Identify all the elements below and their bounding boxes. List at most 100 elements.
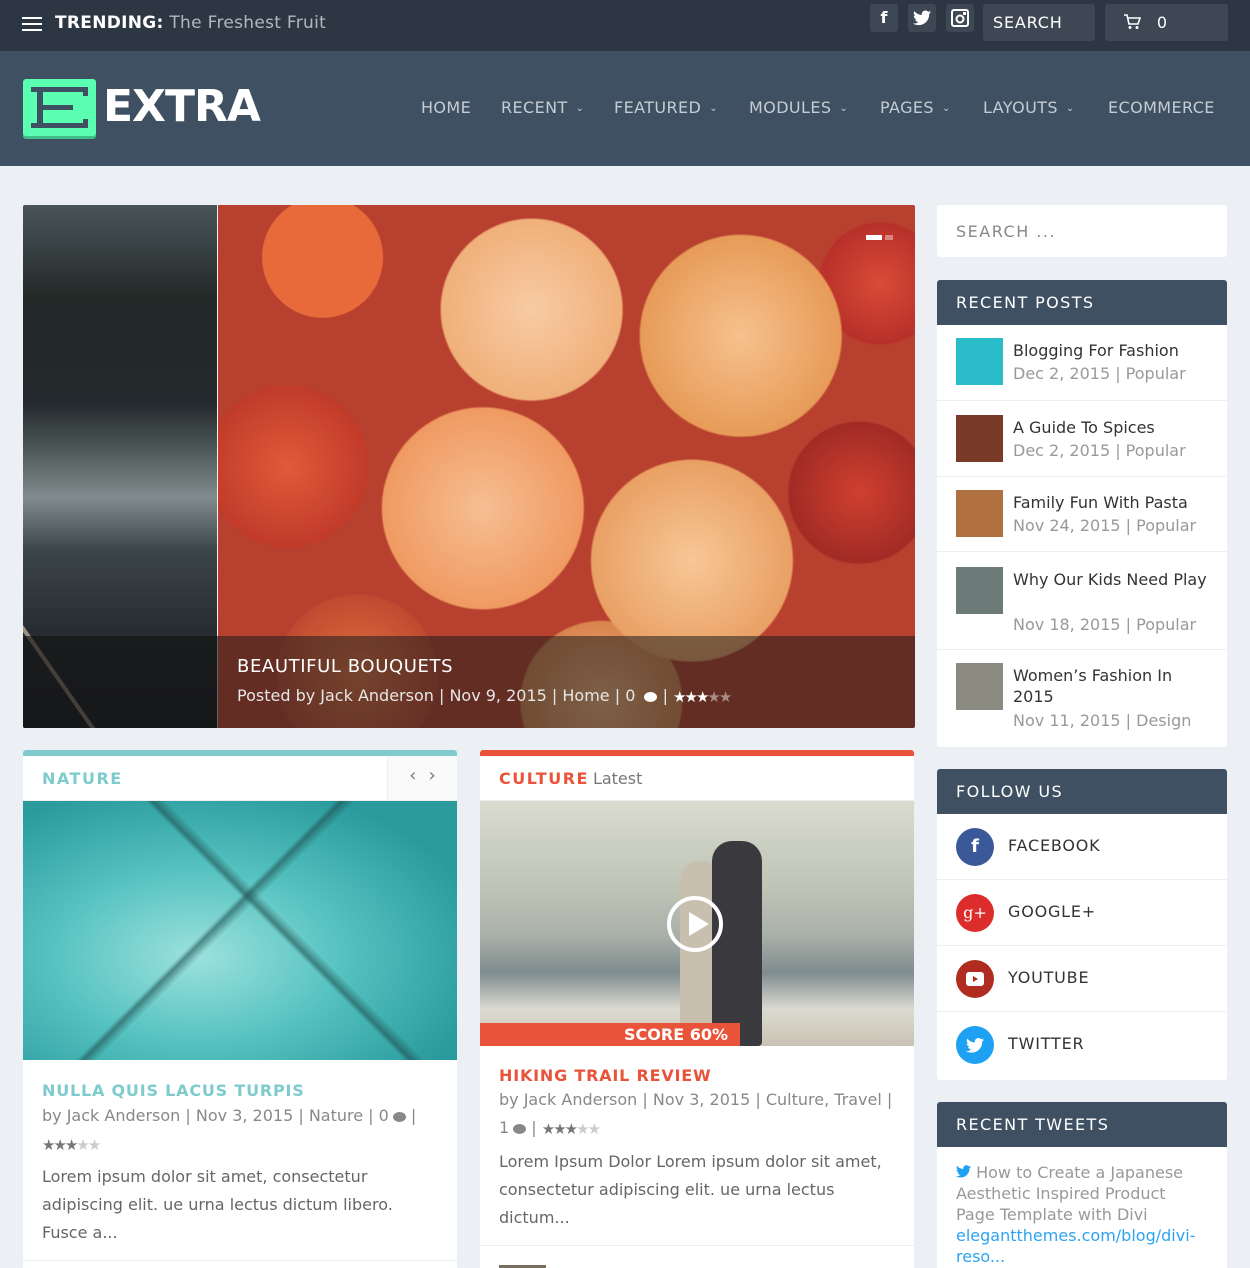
- trending-label: TRENDING:: [55, 13, 164, 33]
- nav-label: MODULES: [749, 98, 832, 117]
- facebook-icon[interactable]: f: [870, 4, 898, 32]
- chevron-down-icon: ⌄: [575, 103, 585, 114]
- nav-home[interactable]: HOME: [421, 98, 471, 117]
- card-category[interactable]: CULTURE Latest: [499, 769, 642, 788]
- search-input[interactable]: [937, 205, 1227, 257]
- recent-post-title[interactable]: A Guide To Spices: [1013, 417, 1213, 438]
- star-filled-icon: ★: [564, 1119, 579, 1138]
- recent-post-title[interactable]: Women’s Fashion In 2015: [1013, 665, 1213, 707]
- follow-twitter[interactable]: TWITTER: [937, 1012, 1227, 1078]
- follow-label: GOOGLE+: [1008, 902, 1097, 921]
- rating-stars: ★★★★★: [42, 1131, 102, 1159]
- recent-post-item[interactable]: Why Our Kids Need Play Nov 18, 2015 | Po…: [937, 552, 1227, 650]
- star-empty-icon: ★: [87, 1135, 102, 1154]
- chevron-down-icon: ⌄: [709, 103, 719, 114]
- recent-post-meta: Nov 11, 2015 | Design: [1013, 711, 1192, 730]
- post-thumbnail[interactable]: [956, 490, 1003, 537]
- comment-count: 1: [499, 1118, 510, 1137]
- instagram-icon[interactable]: [946, 4, 974, 32]
- recent-post-title[interactable]: Why Our Kids Need Play: [1013, 569, 1213, 590]
- nav-recent[interactable]: RECENT ⌄: [501, 98, 584, 117]
- recent-post-meta: Dec 2, 2015 | Popular: [1013, 364, 1186, 383]
- comment-icon: [644, 691, 658, 702]
- menu-icon[interactable]: [22, 17, 42, 31]
- post-meta: by Jack Anderson | Nov 3, 2015 | Nature …: [42, 1102, 442, 1159]
- slide-meta: Posted by Jack Anderson | Nov 9, 2015 | …: [237, 686, 733, 706]
- card-category[interactable]: NATURE: [42, 769, 123, 788]
- facebook-icon: f: [956, 828, 994, 866]
- recent-posts-widget: RECENT POSTS Blogging For Fashion Dec 2,…: [937, 280, 1227, 747]
- recent-post-item[interactable]: Women’s Fashion In 2015 Nov 11, 2015 | D…: [937, 650, 1227, 746]
- rating-stars: ★★★★★: [673, 687, 733, 706]
- slide-title[interactable]: BEAUTIFUL BOUQUETS: [237, 656, 453, 677]
- trending-ticker[interactable]: TRENDING: The Freshest Fruit: [55, 13, 326, 33]
- nav-modules[interactable]: MODULES ⌄: [749, 98, 848, 117]
- follow-google-plus[interactable]: g+ GOOGLE+: [937, 880, 1227, 946]
- recent-post-meta: Nov 24, 2015 | Popular: [1013, 516, 1197, 535]
- recent-post-title[interactable]: Blogging For Fashion: [1013, 340, 1213, 361]
- main-header: EXTRA HOME RECENT ⌄ FEATURED ⌄ MODULES ⌄ PA…: [0, 51, 1250, 166]
- post-meta: by Jack Anderson | Nov 3, 2015 | Culture…: [499, 1086, 899, 1143]
- widget-title: FOLLOW US: [937, 769, 1227, 814]
- nature-card: NATURE ‹ › NULLA QUIS LACUS TURPIS by Jac…: [23, 750, 457, 1268]
- post-title[interactable]: NULLA QUIS LACUS TURPIS: [42, 1081, 305, 1100]
- nav-featured[interactable]: FEATURED ⌄: [614, 98, 718, 117]
- nav-layouts[interactable]: LAYOUTS ⌄: [983, 98, 1075, 117]
- star-filled-icon: ★: [541, 1119, 556, 1138]
- sidebar-search: [937, 205, 1227, 257]
- youtube-icon: [956, 960, 994, 998]
- post-title[interactable]: HIKING TRAIL REVIEW: [499, 1066, 712, 1085]
- comment-icon: [513, 1123, 527, 1134]
- nav-label: RECENT: [501, 98, 568, 117]
- search-button[interactable]: SEARCH: [983, 4, 1095, 68]
- post-thumbnail[interactable]: [956, 415, 1003, 462]
- post-thumbnail[interactable]: [956, 663, 1003, 710]
- follow-facebook[interactable]: f FACEBOOK: [937, 814, 1227, 880]
- post-excerpt: Lorem Ipsum Dolor Lorem ipsum dolor sit …: [499, 1152, 882, 1227]
- slide-caption: [23, 636, 915, 728]
- search-label: SEARCH: [993, 13, 1063, 32]
- star-empty-icon: ★: [587, 1119, 602, 1138]
- recent-post-item[interactable]: A Guide To Spices Dec 2, 2015 | Popular: [937, 401, 1227, 477]
- star-empty-icon: ★: [707, 687, 721, 706]
- follow-youtube[interactable]: YOUTUBE: [937, 946, 1227, 1012]
- trending-value[interactable]: The Freshest Fruit: [169, 13, 326, 33]
- post-meta-text: by Jack Anderson | Nov 3, 2015 | Nature …: [42, 1106, 389, 1125]
- recent-post-item[interactable]: Family Fun With Pasta Nov 24, 2015 | Pop…: [937, 477, 1227, 552]
- agave-image[interactable]: [23, 801, 457, 1060]
- tweet: How to Create a Japanese Aesthetic Inspi…: [937, 1147, 1227, 1267]
- star-filled-icon: ★: [64, 1135, 79, 1154]
- hiking-video-thumbnail[interactable]: SCORE 60%: [480, 801, 914, 1046]
- recent-post-meta: Dec 2, 2015 | Popular: [1013, 441, 1186, 460]
- recent-post-title[interactable]: Family Fun With Pasta: [1013, 492, 1213, 513]
- next-arrow-icon[interactable]: ›: [429, 765, 436, 786]
- comment-icon: [392, 1111, 406, 1122]
- nav-label: PAGES: [880, 98, 934, 117]
- cart-button[interactable]: 0 ITEMS: [1105, 4, 1228, 69]
- tweet-link[interactable]: elegantthemes.com/blog/divi-reso...: [956, 1226, 1195, 1266]
- logo-text: EXTRA: [103, 81, 261, 132]
- recent-post-item[interactable]: Blogging For Fashion Dec 2, 2015 | Popul…: [937, 325, 1227, 401]
- twitter-icon[interactable]: [908, 4, 936, 32]
- culture-card: CULTURE Latest SCORE 60% HIKING TRAIL REV…: [480, 750, 914, 1268]
- featured-slider[interactable]: BEAUTIFUL BOUQUETS Posted by Jack Anders…: [23, 205, 915, 728]
- star-empty-icon: ★: [76, 1135, 90, 1154]
- post-thumbnail[interactable]: [956, 567, 1003, 614]
- post-thumbnail[interactable]: [956, 338, 1003, 385]
- site-logo[interactable]: EXTRA: [23, 79, 261, 139]
- nav-pages[interactable]: PAGES ⌄: [880, 98, 951, 117]
- nav-ecommerce[interactable]: ECOMMERCE: [1108, 98, 1215, 117]
- slider-dot-active[interactable]: [866, 235, 882, 240]
- slider-dot[interactable]: [885, 235, 893, 240]
- nav-label: FEATURED: [614, 98, 702, 117]
- post-excerpt: Lorem ipsum dolor sit amet, consectetur …: [42, 1167, 393, 1242]
- play-icon[interactable]: [667, 896, 723, 952]
- slide-meta-text: Posted by Jack Anderson | Nov 9, 2015 | …: [237, 686, 636, 705]
- prev-arrow-icon[interactable]: ‹: [409, 765, 416, 786]
- star-filled-icon: ★: [695, 687, 710, 706]
- star-filled-icon: ★: [53, 1135, 67, 1154]
- logo-mark-icon: [23, 79, 96, 136]
- star-empty-icon: ★: [718, 687, 733, 706]
- google-plus-icon: g+: [956, 894, 994, 932]
- category-label: CULTURE: [499, 769, 589, 788]
